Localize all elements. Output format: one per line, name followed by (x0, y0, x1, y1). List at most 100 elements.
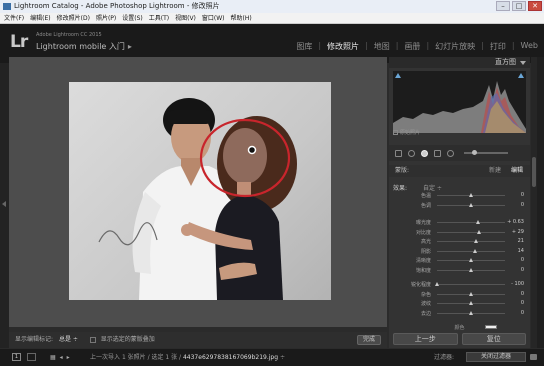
slider-row[interactable]: 饱和度 0 (389, 266, 530, 276)
module-develop[interactable]: 修改照片 (327, 41, 359, 52)
module-slideshow[interactable]: 幻灯片放映 (435, 41, 475, 52)
slider-value[interactable]: + 29 (512, 229, 524, 235)
previous-button[interactable]: 上一步 (393, 333, 458, 345)
slider-value[interactable]: 0 (521, 267, 524, 273)
brush-slider[interactable] (464, 150, 508, 155)
slider-knob[interactable] (477, 229, 482, 234)
module-separator: | (318, 41, 322, 50)
slider-row[interactable]: 曝光度 + 0.63 (389, 218, 530, 228)
maximize-button[interactable]: □ (512, 1, 526, 11)
slider-track[interactable] (437, 222, 505, 223)
grid-nav-icons[interactable]: ▦◂▸ (50, 349, 74, 366)
module-book[interactable]: 画册 (404, 41, 420, 52)
slider-knob[interactable] (469, 310, 473, 315)
right-panel-edge[interactable] (537, 57, 544, 348)
slider-knob[interactable] (469, 301, 473, 305)
overlay-checkbox-label: 显示选定的蒙版叠加 (100, 336, 155, 343)
red-eye-icon[interactable] (421, 149, 428, 157)
slider-track[interactable] (437, 241, 505, 242)
original-photo-toggle[interactable]: 原始照片 (393, 129, 420, 136)
mask-edit-button[interactable]: 编辑 (511, 165, 523, 177)
slider-value[interactable]: 0 (521, 192, 524, 198)
slider-knob[interactable] (473, 248, 478, 253)
slider-value[interactable]: 0 (521, 202, 524, 208)
previous-import-label[interactable]: 上一次导入 (90, 354, 120, 361)
menu-edit[interactable]: 编辑(E) (30, 13, 50, 23)
scrollbar-thumb[interactable] (532, 157, 536, 187)
slider-track[interactable] (437, 231, 505, 233)
page-1-button[interactable]: 1 (12, 353, 21, 361)
filename-dropdown-icon[interactable]: ÷ (280, 354, 285, 361)
mobile-getting-started[interactable]: Lightroom mobile 入门 ▸ (36, 41, 132, 52)
menu-window[interactable]: 窗口(W) (202, 13, 225, 23)
slider-label: 去边 (420, 310, 431, 317)
window-title: Lightroom Catalog - Adobe Photoshop Ligh… (14, 2, 220, 10)
module-web[interactable]: Web (521, 41, 538, 52)
slider-value[interactable]: 0 (521, 300, 524, 306)
menu-tools[interactable]: 工具(T) (149, 13, 169, 23)
spot-removal-icon[interactable] (408, 149, 415, 157)
graduated-filter-icon[interactable] (434, 149, 441, 157)
slider-knob[interactable] (469, 193, 473, 197)
slider-row[interactable]: 对比度 + 29 (389, 228, 530, 238)
original-photo-checkbox[interactable] (393, 130, 398, 135)
left-panel-toggle[interactable] (0, 63, 9, 348)
sliders-mid: 曝光度 + 0.63 对比度 + 29 高光 21 阴影 14 清晰度 0 饱和… (389, 218, 530, 275)
menu-develop[interactable]: 修改照片(D) (57, 13, 90, 23)
menu-settings[interactable]: 设置(S) (122, 13, 143, 23)
image-canvas[interactable] (9, 57, 387, 327)
edit-pins-select[interactable]: 总是 ÷ (59, 336, 78, 343)
slider-row[interactable]: 去边 0 (389, 309, 530, 319)
slider-value[interactable]: + 0.63 (507, 219, 524, 225)
shadow-clipping-icon[interactable] (395, 73, 401, 78)
slider-knob[interactable] (469, 267, 473, 272)
slider-row[interactable]: 色温 0 (389, 191, 530, 201)
slider-row[interactable]: 高光 21 (389, 237, 530, 247)
slider-value[interactable]: 0 (521, 291, 524, 297)
color-swatch[interactable] (485, 325, 497, 329)
done-button[interactable]: 完成 (357, 335, 381, 345)
module-separator: | (365, 41, 368, 50)
crop-tool-icon[interactable] (395, 149, 402, 157)
slider-knob[interactable] (469, 291, 473, 296)
histogram-header[interactable]: 直方图 (389, 57, 530, 68)
slider-track[interactable] (437, 284, 505, 285)
slider-row[interactable]: 波纹 0 (389, 299, 530, 309)
mask-new-button[interactable]: 新建 (489, 165, 501, 177)
module-map[interactable]: 地图 (374, 41, 390, 52)
radial-filter-icon[interactable] (447, 149, 454, 157)
filter-select[interactable]: 关闭过滤器 (466, 352, 526, 362)
collapse-left-icon (2, 201, 6, 207)
secondary-window-button[interactable] (27, 353, 36, 361)
slider-knob[interactable] (435, 282, 439, 286)
histogram[interactable] (393, 71, 526, 133)
module-library[interactable]: 图库 (296, 41, 312, 52)
menu-help[interactable]: 帮助(H) (231, 13, 252, 23)
slider-row[interactable]: 杂色 0 (389, 290, 530, 300)
slider-knob[interactable] (474, 239, 479, 243)
module-print[interactable]: 打印 (490, 41, 506, 52)
minimize-button[interactable]: – (496, 1, 510, 11)
slider-knob[interactable] (469, 202, 473, 207)
photo-illustration (98, 98, 297, 300)
slider-track[interactable] (437, 250, 505, 252)
lock-icon[interactable] (530, 354, 537, 360)
highlight-clipping-icon[interactable] (518, 73, 524, 78)
reset-button[interactable]: 复位 (461, 333, 526, 345)
slider-value[interactable]: 0 (521, 257, 524, 263)
slider-value[interactable]: 21 (518, 238, 524, 244)
slider-knob[interactable] (475, 220, 480, 224)
slider-value[interactable]: - 100 (511, 281, 524, 287)
close-button[interactable]: ✕ (528, 1, 542, 11)
slider-row[interactable]: 锐化程度 - 100 (389, 280, 530, 290)
menu-file[interactable]: 文件(F) (4, 13, 24, 23)
slider-value[interactable]: 14 (518, 248, 524, 254)
slider-row[interactable]: 色调 0 (389, 201, 530, 211)
menu-view[interactable]: 视图(V) (175, 13, 196, 23)
slider-value[interactable]: 0 (521, 310, 524, 316)
menu-photo[interactable]: 照片(P) (96, 13, 116, 23)
slider-row[interactable]: 清晰度 0 (389, 256, 530, 266)
slider-knob[interactable] (469, 258, 473, 262)
overlay-checkbox[interactable] (89, 336, 96, 343)
slider-row[interactable]: 阴影 14 (389, 247, 530, 257)
